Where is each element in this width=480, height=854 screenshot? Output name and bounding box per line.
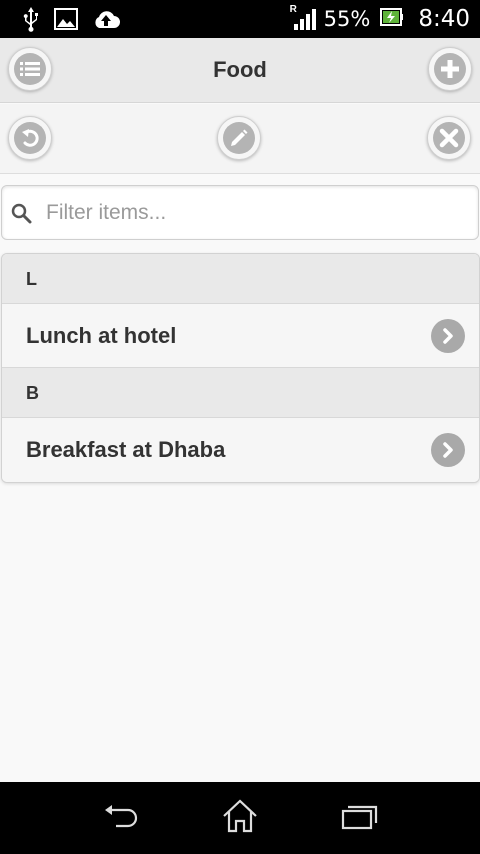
home-button[interactable] bbox=[210, 798, 270, 838]
image-icon bbox=[54, 8, 78, 35]
home-icon bbox=[222, 798, 258, 838]
delete-button[interactable] bbox=[427, 116, 471, 160]
status-bar: R 55% 8:40 bbox=[0, 0, 480, 38]
list-divider-b: B bbox=[2, 368, 479, 418]
chevron-right-icon bbox=[431, 319, 465, 353]
battery-percent: 55% bbox=[323, 7, 371, 31]
clock: 8:40 bbox=[418, 6, 470, 32]
action-toolbar bbox=[0, 104, 480, 174]
status-right: R 55% 8:40 bbox=[290, 0, 470, 38]
list-divider-l: L bbox=[2, 254, 479, 304]
battery-charging-icon bbox=[380, 7, 404, 32]
search-icon bbox=[11, 203, 33, 230]
back-icon bbox=[102, 802, 138, 835]
system-nav-bar bbox=[0, 782, 480, 854]
back-button[interactable] bbox=[90, 798, 150, 838]
usb-icon bbox=[22, 6, 40, 37]
recent-apps-button[interactable] bbox=[330, 798, 390, 838]
cloud-upload-icon bbox=[92, 9, 120, 34]
food-list: L Lunch at hotel B Breakfast at Dhaba bbox=[1, 253, 480, 483]
add-button[interactable] bbox=[428, 47, 472, 91]
list-item[interactable]: Breakfast at Dhaba bbox=[2, 418, 479, 482]
recent-apps-icon bbox=[341, 802, 379, 835]
chevron-right-icon bbox=[431, 433, 465, 467]
list-item-label: Breakfast at Dhaba bbox=[26, 437, 226, 462]
undo-button[interactable] bbox=[8, 116, 52, 160]
pencil-icon bbox=[223, 122, 255, 154]
edit-button[interactable] bbox=[217, 116, 261, 160]
signal-icon: R bbox=[290, 4, 316, 31]
filter-search-box[interactable] bbox=[1, 185, 479, 240]
header-bar: Food bbox=[0, 38, 480, 103]
filter-input[interactable] bbox=[46, 194, 466, 232]
list-item-label: Lunch at hotel bbox=[26, 323, 177, 348]
plus-icon bbox=[434, 53, 466, 85]
undo-icon bbox=[14, 122, 46, 154]
notification-icons bbox=[22, 6, 134, 37]
page-title: Food bbox=[213, 57, 267, 82]
list-item[interactable]: Lunch at hotel bbox=[2, 304, 479, 368]
close-icon bbox=[433, 122, 465, 154]
